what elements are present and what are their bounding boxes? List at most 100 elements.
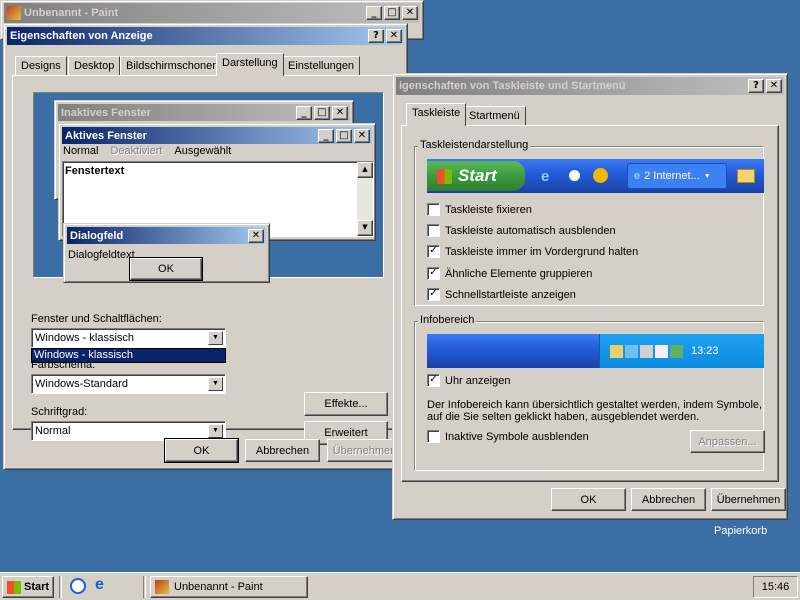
show-clock-checkbox[interactable]: ✓ <box>427 374 440 387</box>
close-button[interactable]: ✕ <box>402 6 418 20</box>
color-scheme-value: Windows-Standard <box>35 378 128 390</box>
taskbar-properties-title: igenschaften von Taskleiste und Startmen… <box>399 80 626 92</box>
quick-launch-checkbox[interactable]: ✓ <box>427 288 440 301</box>
system-tray: 15:46 <box>753 576 798 598</box>
help-button[interactable]: ? <box>748 79 764 93</box>
windows-buttons-select[interactable]: Windows - klassisch ▼ <box>31 328 226 348</box>
folder-icon <box>737 169 755 183</box>
tray-clock: 13:23 <box>691 345 719 357</box>
apply-button[interactable]: Übernehmen <box>327 439 402 462</box>
tab-screensaver[interactable]: Bildschirmschoner <box>120 56 222 76</box>
help-button[interactable]: ? <box>368 29 384 43</box>
start-button[interactable]: Start <box>2 576 54 598</box>
preview-ie-task: e 2 Internet... ▼ <box>627 163 727 189</box>
maximize-button[interactable]: □ <box>384 6 400 20</box>
menu-disabled: Deaktiviert <box>110 145 163 157</box>
quick-launch-label[interactable]: Schnellstartleiste anzeigen <box>445 289 576 301</box>
chevron-down-icon[interactable]: ▼ <box>208 424 223 438</box>
quick-launch-separator <box>143 576 146 598</box>
tab-designs[interactable]: Designs <box>15 56 67 76</box>
preview-active-titlebar: Aktives Fenster _ □ ✕ <box>62 127 372 144</box>
paint-app-icon <box>155 580 169 594</box>
preview-dialog-ok-button: OK <box>129 257 203 281</box>
font-size-select[interactable]: Normal ▼ <box>31 421 226 441</box>
minimize-button[interactable]: _ <box>366 6 382 20</box>
font-size-value: Normal <box>35 425 71 437</box>
tray-icon <box>655 344 668 358</box>
preview-scrollbar: ▲ ▼ <box>357 162 373 236</box>
preview-start-label: Start <box>458 166 497 185</box>
taskbar-appearance-group-title: Taskleistendarstellung <box>418 139 531 151</box>
ok-button[interactable]: OK <box>551 488 626 511</box>
menu-selected: Ausgewählt <box>174 145 232 157</box>
chevron-down-icon[interactable]: ▼ <box>208 331 223 345</box>
tab-settings[interactable]: Einstellungen <box>282 56 361 76</box>
preview-dialog-title: Dialogfeld <box>70 229 124 242</box>
close-button: ✕ <box>354 128 370 143</box>
minimize-button: _ <box>296 105 312 120</box>
always-on-top-checkbox[interactable]: ✓ <box>427 245 440 258</box>
group-similar-label[interactable]: Ähnliche Elemente gruppieren <box>445 268 592 280</box>
close-button[interactable]: ✕ <box>766 79 782 93</box>
preview-start-button: Start <box>427 161 525 191</box>
maximize-button: □ <box>314 105 330 120</box>
quick-launch-ie-e-icon[interactable]: e <box>95 576 104 594</box>
start-label: Start <box>24 581 50 593</box>
notification-area-group-title: Infobereich <box>418 314 477 326</box>
taskbar: Start e Unbenannt - Paint 15:46 <box>0 572 800 600</box>
task-paint-button[interactable]: Unbenannt - Paint <box>150 576 308 598</box>
windows-buttons-value: Windows - klassisch <box>35 332 135 344</box>
task-paint-label: Unbenannt - Paint <box>174 581 263 593</box>
tab-appearance[interactable]: Darstellung <box>216 53 284 76</box>
lock-taskbar-label[interactable]: Taskleiste fixieren <box>445 204 532 216</box>
ie-icon: e <box>541 168 550 185</box>
tab-desktop[interactable]: Desktop <box>68 56 121 76</box>
cancel-button[interactable]: Abbrechen <box>631 488 706 511</box>
effects-button[interactable]: Effekte... <box>304 392 388 416</box>
lock-taskbar-checkbox[interactable] <box>427 203 440 216</box>
paint-app-icon <box>7 6 21 20</box>
close-button[interactable]: ✕ <box>386 29 402 43</box>
tray-preview: 13:23 <box>427 334 764 368</box>
chevron-down-icon[interactable]: ▼ <box>208 377 223 391</box>
recycle-bin-label[interactable]: Papierkorb <box>714 525 767 537</box>
scroll-down-icon: ▼ <box>357 220 373 236</box>
maximize-button: □ <box>336 128 352 143</box>
display-properties-titlebar[interactable]: Eigenschaften von Anzeige ? ✕ <box>7 27 404 45</box>
tab-taskbar[interactable]: Taskleiste <box>406 103 467 126</box>
minimize-button: _ <box>318 128 334 143</box>
taskbar-clock[interactable]: 15:46 <box>762 581 790 593</box>
paint-title: Unbenannt - Paint <box>24 7 119 19</box>
preview-menubar: Normal Deaktiviert Ausgewählt <box>63 145 231 157</box>
hide-inactive-label[interactable]: Inaktive Symbole ausblenden <box>445 431 589 443</box>
customize-button[interactable]: Anpassen... <box>690 430 765 453</box>
scroll-up-icon: ▲ <box>357 162 373 178</box>
hide-inactive-checkbox[interactable] <box>427 430 440 443</box>
ie-icon: e <box>634 170 641 182</box>
autohide-label[interactable]: Taskleiste automatisch ausblenden <box>445 225 616 237</box>
ok-button[interactable]: OK <box>164 438 239 463</box>
quick-launch-ie-icon[interactable] <box>70 578 86 594</box>
windows-buttons-label: Fenster und Schaltflächen: <box>31 313 162 325</box>
preview-ie-label: 2 Internet... <box>644 170 700 182</box>
always-on-top-label[interactable]: Taskleiste immer im Vordergrund halten <box>445 246 638 258</box>
group-similar-checkbox[interactable]: ✓ <box>427 267 440 280</box>
apply-button[interactable]: Übernehmen <box>711 488 786 511</box>
tray-area: 13:23 <box>599 334 764 368</box>
tab-startmenu[interactable]: Startmenü <box>463 106 526 126</box>
close-button: ✕ <box>248 228 264 243</box>
taskbar-properties-titlebar[interactable]: igenschaften von Taskleiste und Startmen… <box>396 77 784 95</box>
show-clock-label[interactable]: Uhr anzeigen <box>445 375 510 387</box>
quick-launch-separator <box>59 576 62 598</box>
color-scheme-label: Farbschema: <box>31 359 96 371</box>
preview-dialog: Dialogfeld ✕ Dialogfeldtext OK <box>63 223 270 283</box>
appearance-preview: Inaktives Fenster _ □ ✕ Aktives Fenster … <box>33 92 384 283</box>
autohide-checkbox[interactable] <box>427 224 440 237</box>
windows-flag-icon <box>437 168 452 184</box>
media-player-icon <box>593 168 608 183</box>
preview-dialog-text: Dialogfeldtext <box>68 249 135 261</box>
color-scheme-select[interactable]: Windows-Standard ▼ <box>31 374 226 394</box>
taskbar-panel: Taskleistendarstellung Start e e 2 Inter… <box>401 125 779 482</box>
cancel-button[interactable]: Abbrechen <box>245 439 320 462</box>
paint-titlebar[interactable]: Unbenannt - Paint _ □ ✕ <box>4 3 420 23</box>
